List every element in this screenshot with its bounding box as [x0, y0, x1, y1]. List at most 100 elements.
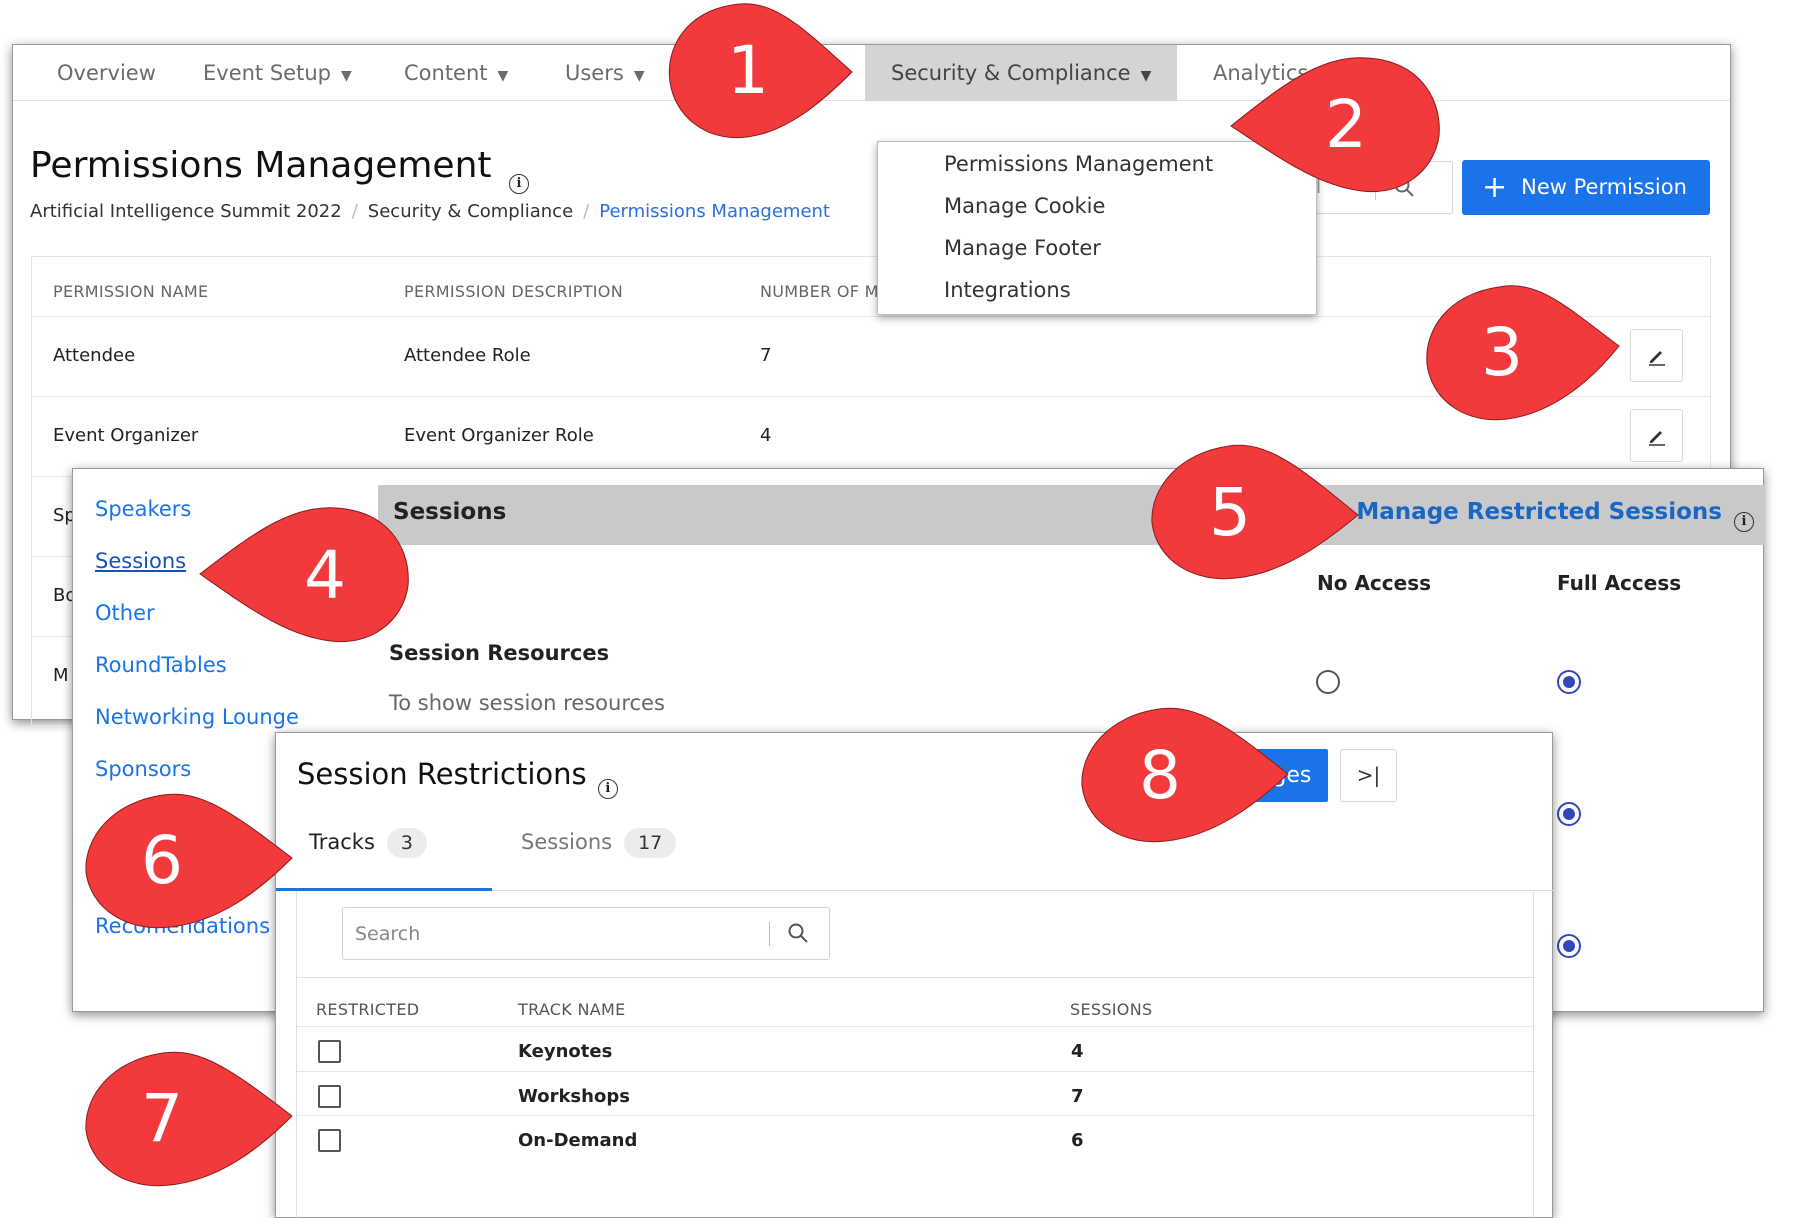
resource-title: Session Resources	[389, 641, 610, 665]
col-header-track-name[interactable]: TRACK NAME	[518, 1000, 625, 1019]
table-row[interactable]: Keynotes 4	[297, 1026, 1535, 1077]
full-access-radio[interactable]	[1557, 670, 1581, 694]
breadcrumb: Artificial Intelligence Summit 2022 / Secu…	[30, 201, 830, 222]
caret-down-icon: ▼	[497, 68, 509, 84]
tracks-table: RESTRICTED TRACK NAME SESSIONS Keynotes …	[297, 977, 1535, 1218]
session-restrictions-title-text: Session Restrictions	[297, 757, 587, 791]
permission-description: Attendee Role	[404, 345, 531, 366]
nav-overview-label: Overview	[57, 61, 156, 85]
track-session-count: 6	[1071, 1130, 1084, 1151]
tab-sessions-count: 17	[624, 828, 677, 858]
tracks-tab-content: Search RESTRICTED TRACK NAME SESSIONS Ke…	[296, 891, 1535, 1218]
sidebar-item-roundtables[interactable]: RoundTables	[95, 653, 227, 677]
permission-description: Event Organizer Role	[404, 425, 594, 446]
callout-5: 5	[1190, 474, 1270, 554]
nav-security-compliance[interactable]: Security & Compliance ▼	[865, 45, 1178, 101]
callout-7-label: 7	[141, 1080, 183, 1157]
manage-link-label: Manage Restricted Sessions	[1356, 499, 1722, 525]
breadcrumb-separator: /	[351, 201, 358, 222]
search-divider	[769, 922, 770, 946]
menu-item-manage-cookie[interactable]: Manage Cookie	[944, 194, 1105, 218]
track-session-count: 4	[1071, 1041, 1084, 1062]
callout-2: 2	[1306, 86, 1386, 166]
col-header-permission-description[interactable]: PERMISSION DESCRIPTION	[404, 282, 623, 301]
nav-event-setup[interactable]: Event Setup ▼	[203, 45, 352, 101]
track-search-input[interactable]: Search	[342, 907, 830, 960]
nav-users-label: Users	[565, 61, 624, 85]
full-access-radio[interactable]	[1557, 934, 1581, 958]
callout-4: 4	[285, 537, 365, 617]
search-placeholder: Search	[355, 923, 421, 945]
breadcrumb-separator: /	[583, 201, 590, 222]
table-row[interactable]: On-Demand 6	[297, 1115, 1535, 1166]
col-header-restricted[interactable]: RESTRICTED	[316, 1000, 419, 1019]
nav-users[interactable]: Users ▼	[565, 45, 645, 101]
callout-5-label: 5	[1209, 474, 1251, 551]
manage-restricted-sessions-link[interactable]: Manage Restricted Sessions i	[1356, 499, 1754, 532]
info-icon[interactable]: i	[1734, 512, 1754, 532]
col-header-full-access: Full Access	[1557, 571, 1682, 595]
breadcrumb-security[interactable]: Security & Compliance	[368, 201, 573, 222]
restricted-checkbox[interactable]	[318, 1085, 341, 1108]
permission-name: Event Organizer	[53, 425, 199, 446]
menu-item-manage-footer[interactable]: Manage Footer	[944, 236, 1101, 260]
full-access-radio[interactable]	[1557, 802, 1581, 826]
tab-tracks[interactable]: Tracks 3	[309, 828, 427, 858]
callout-7: 7	[122, 1080, 202, 1160]
nav-content[interactable]: Content ▼	[404, 45, 508, 101]
permission-name: M	[53, 665, 69, 686]
resource-description: To show session resources	[389, 691, 665, 715]
callout-1-label: 1	[727, 32, 769, 109]
callout-1: 1	[708, 32, 788, 112]
tab-sessions[interactable]: Sessions 17	[521, 828, 677, 858]
sidebar-item-other[interactable]: Other	[95, 601, 155, 625]
new-permission-label: New Permission	[1521, 175, 1687, 199]
track-name: On-Demand	[518, 1130, 638, 1151]
nav-overview[interactable]: Overview	[57, 45, 156, 101]
callout-2-label: 2	[1325, 86, 1367, 163]
sidebar-item-sponsors[interactable]: Sponsors	[95, 757, 191, 781]
restricted-checkbox[interactable]	[318, 1129, 341, 1152]
edit-button[interactable]	[1630, 329, 1683, 382]
search-icon[interactable]	[787, 922, 809, 944]
track-name: Workshops	[518, 1086, 630, 1107]
callout-8: 8	[1120, 737, 1200, 817]
callout-4-label: 4	[304, 537, 346, 614]
page-title: Permissions Management i	[30, 145, 529, 194]
session-restrictions-title: Session Restrictions i	[297, 757, 618, 799]
tab-tracks-count: 3	[386, 828, 427, 858]
member-count: 4	[760, 425, 772, 446]
callout-6-label: 6	[141, 822, 183, 899]
sidebar-item-networking-lounge[interactable]: Networking Lounge	[95, 705, 299, 729]
col-header-sessions[interactable]: SESSIONS	[1070, 1000, 1152, 1019]
member-count: 7	[760, 345, 772, 366]
tab-tracks-label: Tracks	[309, 830, 375, 854]
nav-content-label: Content	[404, 61, 488, 85]
session-restrictions-window: Session Restrictions i Save Changes >| T…	[275, 732, 1554, 1218]
new-permission-button[interactable]: + New Permission	[1462, 160, 1710, 215]
menu-item-permissions-management[interactable]: Permissions Management	[944, 152, 1213, 176]
track-name: Keynotes	[518, 1041, 613, 1062]
col-header-permission-name[interactable]: PERMISSION NAME	[53, 282, 208, 301]
pencil-icon	[1649, 351, 1665, 366]
info-icon[interactable]: i	[508, 174, 529, 194]
plus-icon: +	[1482, 170, 1508, 205]
breadcrumb-event[interactable]: Artificial Intelligence Summit 2022	[30, 201, 342, 222]
restricted-checkbox[interactable]	[318, 1040, 341, 1063]
caret-down-icon: ▼	[340, 68, 352, 84]
page-title-text: Permissions Management	[30, 145, 492, 186]
caret-down-icon: ▼	[633, 68, 645, 84]
skip-to-end-icon[interactable]: >|	[1340, 749, 1397, 802]
callout-3-label: 3	[1481, 314, 1523, 391]
pencil-icon	[1649, 431, 1665, 446]
sidebar-item-speakers[interactable]: Speakers	[95, 497, 191, 521]
track-session-count: 7	[1071, 1086, 1084, 1107]
no-access-radio[interactable]	[1316, 670, 1340, 694]
sidebar-item-sessions[interactable]: Sessions	[95, 549, 186, 573]
caret-down-icon: ▼	[1140, 68, 1152, 84]
info-icon[interactable]: i	[597, 779, 618, 799]
callout-6: 6	[122, 822, 202, 902]
permission-name: Attendee	[53, 345, 136, 366]
edit-button[interactable]	[1630, 409, 1683, 462]
menu-item-integrations[interactable]: Integrations	[944, 278, 1071, 302]
